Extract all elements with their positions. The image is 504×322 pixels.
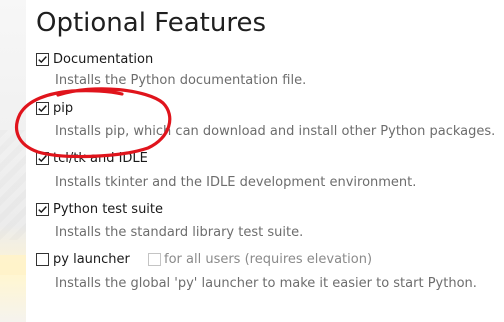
- test-suite-label[interactable]: Python test suite: [53, 201, 163, 218]
- pip-label[interactable]: pip: [53, 100, 73, 117]
- checkmark-icon: [38, 206, 47, 214]
- banner-texture: [0, 130, 26, 240]
- pip-checkbox[interactable]: [36, 102, 49, 115]
- for-all-users-checkbox[interactable]: [148, 253, 161, 266]
- installer-side-banner: [0, 0, 26, 322]
- tcltk-idle-checkbox[interactable]: [36, 152, 49, 165]
- page-title: Optional Features: [36, 8, 266, 38]
- tcltk-idle-label[interactable]: tcl/tk and IDLE: [53, 150, 148, 167]
- feature-test-suite: Python test suite Installs the standard …: [36, 201, 496, 240]
- py-launcher-description: Installs the global 'py' launcher to mak…: [55, 276, 477, 291]
- banner-highlight: [0, 255, 26, 275]
- tcltk-idle-description: Installs tkinter and the IDLE developmen…: [55, 175, 417, 190]
- py-launcher-checkbox[interactable]: [36, 253, 49, 266]
- test-suite-checkbox[interactable]: [36, 203, 49, 216]
- checkmark-icon: [38, 105, 47, 113]
- test-suite-description: Installs the standard library test suite…: [55, 225, 304, 240]
- for-all-users-label[interactable]: for all users (requires elevation): [164, 251, 372, 268]
- feature-pip: pip Installs pip, which can download and…: [36, 100, 496, 139]
- pip-description: Installs pip, which can download and ins…: [55, 124, 496, 139]
- checkmark-icon: [38, 155, 47, 163]
- checkmark-icon: [38, 56, 47, 64]
- feature-tcltk-idle: tcl/tk and IDLE Installs tkinter and the…: [36, 150, 496, 190]
- py-launcher-label[interactable]: py launcher: [53, 251, 130, 268]
- documentation-checkbox[interactable]: [36, 53, 49, 66]
- documentation-label[interactable]: Documentation: [53, 51, 153, 68]
- feature-py-launcher: py launcher for all users (requires elev…: [36, 251, 496, 291]
- documentation-description: Installs the Python documentation file.: [55, 73, 307, 88]
- feature-documentation: Documentation Installs the Python docume…: [36, 51, 496, 88]
